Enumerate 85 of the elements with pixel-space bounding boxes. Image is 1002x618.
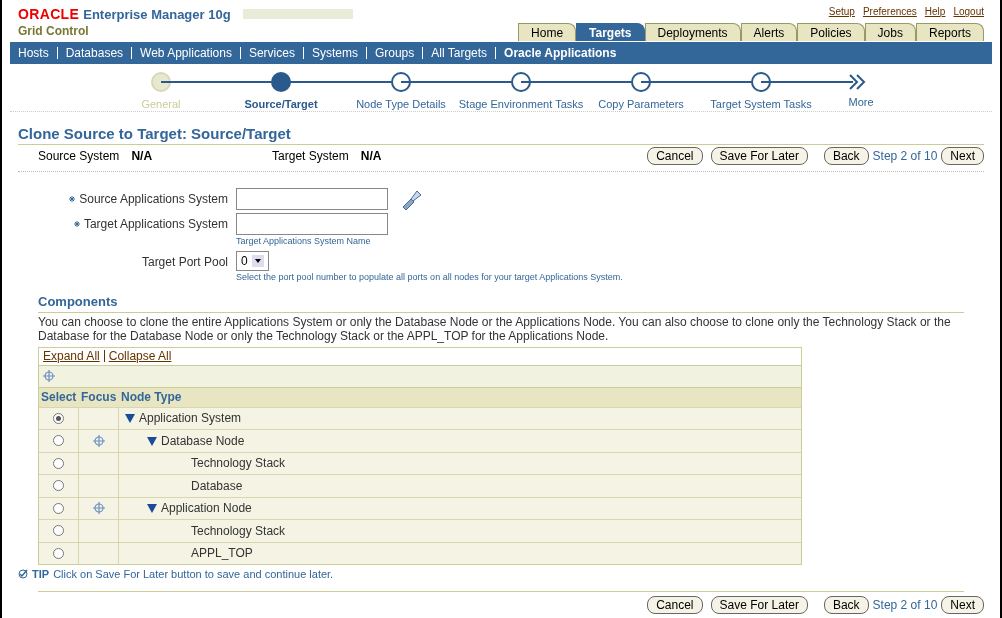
field-hint: Select the port pool number to populate all ports on all nodes for your target Applications System. [236,271,624,284]
tab[interactable]: Targets [576,23,645,41]
tab[interactable]: Home [518,23,577,41]
flashlight-icon[interactable] [400,188,422,210]
text-field[interactable] [236,188,388,210]
check-icon [18,569,28,580]
radio-button[interactable] [53,525,64,537]
field-label: Target Applications System [83,216,228,233]
next-button[interactable]: Next [941,147,984,165]
crosshair-icon[interactable] [92,434,105,447]
subnav-link[interactable]: Groups [374,44,415,62]
tab[interactable]: Deployments [644,23,741,41]
tab[interactable]: Alerts [740,23,798,41]
required-icon [73,221,80,227]
double-chevron-icon [848,72,866,92]
back-button[interactable]: Back [823,147,869,165]
collapse-all-link[interactable]: Collapse All [108,347,172,365]
summary-value: N/A [131,148,153,165]
cancel-button[interactable]: Cancel [647,595,703,614]
global-link[interactable]: Logout [953,4,984,19]
subnav-link[interactable]: Services [248,44,295,62]
radio-button[interactable] [53,480,64,492]
radio-button[interactable] [53,502,64,514]
cancel-button[interactable]: Cancel [647,147,703,165]
node-type-label: Application System [139,410,242,428]
summary-label: Target System [272,148,349,165]
required-icon [69,196,76,202]
step-indicator: Step 2 of 10 [872,596,938,614]
node-type-label: Database [191,477,243,495]
train-step-label: Stage Environment Tasks [458,97,584,112]
train-more-label: More [848,95,874,110]
node-type-label: Technology Stack [191,522,286,540]
subnav-link[interactable]: All Targets [431,44,488,62]
tab[interactable]: Policies [797,23,865,41]
save-for-later-button[interactable]: Save For Later [710,147,808,165]
subnav-link[interactable]: Web Applications [140,44,232,62]
node-type-label: Application Node [161,500,252,518]
product-subtitle: Grid Control [18,25,90,37]
expanded-triangle-icon[interactable] [147,435,157,446]
field-label: Target Port Pool [141,254,228,271]
page-title: Clone Source to Target: Source/Target [18,124,984,145]
back-button[interactable]: Back [823,595,869,614]
expanded-triangle-icon[interactable] [147,503,157,514]
radio-button[interactable] [53,547,64,559]
train-step-label: Target System Tasks [710,97,812,112]
radio-button[interactable] [53,412,64,424]
train-step-label: Node Type Details [356,97,446,112]
column-header: Select [40,389,78,406]
subnav-link[interactable]: Databases [65,44,124,62]
global-link[interactable]: Help [924,4,946,19]
node-type-label: APPL_TOP [191,545,253,563]
subnav-link[interactable]: Systems [311,44,358,62]
global-link[interactable]: Setup [828,4,855,19]
field-hint: Target Applications System Name [236,235,372,248]
field-label: Source Applications System [79,191,228,208]
radio-button[interactable] [53,435,64,447]
save-for-later-button[interactable]: Save For Later [710,595,808,614]
product-name: Enterprise Manager 10g [83,6,231,24]
subnav-link[interactable]: Oracle Applications [504,44,617,62]
crosshair-icon[interactable] [43,370,55,382]
node-type-label: Technology Stack [191,455,286,473]
column-header: Focus [80,389,118,406]
global-link[interactable]: Preferences [862,4,917,19]
step-indicator: Step 2 of 10 [872,148,938,165]
port-pool-select[interactable]: 0 [236,251,269,271]
summary-value: N/A [360,148,382,165]
oracle-logo: ORACLE [18,5,80,24]
subnav-link[interactable]: Hosts [18,44,49,62]
train-step-label: Copy Parameters [598,97,684,112]
crosshair-icon[interactable] [92,502,105,515]
summary-label: Source System [38,148,120,165]
components-description: You can choose to clone the entire Applications System or only the Database Node or the Applications Node. You can also choose to clone only the Technology Stack or the Database for the Database Node or only the Technology Stack or the APPL_TOP for the Applications Node. [37,314,952,343]
column-header: Node Type [120,389,183,406]
node-type-label: Database Node [161,432,245,450]
text-field[interactable] [236,213,388,235]
section-heading: Components [38,292,964,313]
expand-all-link[interactable]: Expand All [43,347,100,365]
tip-label: TIP [32,567,50,582]
tab[interactable]: Jobs [864,23,916,41]
next-button[interactable]: Next [941,595,984,614]
expanded-triangle-icon[interactable] [125,413,135,424]
tab[interactable]: Reports [915,23,984,41]
train-step-label: Source/Target [244,97,318,112]
tip-text: Click on Save For Later button to save and continue later. [53,567,334,582]
radio-button[interactable] [53,457,64,469]
